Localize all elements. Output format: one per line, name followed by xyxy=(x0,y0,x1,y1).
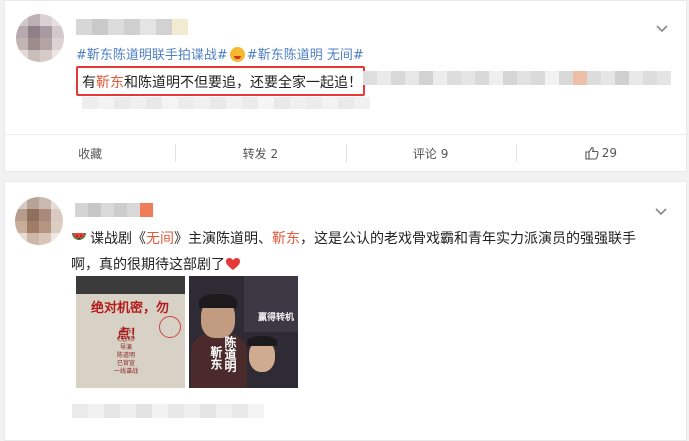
blurred-text xyxy=(82,97,370,109)
comment-button[interactable]: 评论 9 xyxy=(345,135,516,171)
image-list: 靳东 《无间》 导演 陈道明 已官宣 一线谍战 xyxy=(113,328,138,375)
post-card-1: #靳东陈道明联手拍谍战# #靳东陈道明 无间# 有靳东和陈道明不但要追，还要全家一… xyxy=(4,0,687,172)
blurred-text xyxy=(363,71,671,85)
blurred-text xyxy=(72,404,264,418)
post-body: 有靳东和陈道明不但要追，还要全家一起追！ xyxy=(82,75,362,91)
name-link[interactable]: 靳东 xyxy=(272,231,300,247)
action-bar: 收藏 转发 2 评论 9 29 xyxy=(5,134,686,171)
hashtag-link[interactable]: #靳东陈道明联手拍谍战# xyxy=(76,48,228,63)
favorite-button[interactable]: 收藏 xyxy=(5,135,175,171)
stamp-icon xyxy=(159,316,181,338)
hashtag-link[interactable]: #靳东陈道明 无间# xyxy=(247,48,364,63)
thumbs-up-icon xyxy=(585,146,599,160)
avatar[interactable] xyxy=(16,14,64,62)
username-blurred[interactable] xyxy=(76,19,188,35)
like-button[interactable]: 29 xyxy=(515,135,686,171)
name-link[interactable]: 靳东 xyxy=(96,75,124,91)
image-name-right: 陈道明 xyxy=(223,336,237,372)
post-image-1[interactable]: 绝对机密，勿点！ 靳东 《无间》 导演 陈道明 已官宣 一线谍战 xyxy=(76,276,185,388)
chevron-down-icon[interactable] xyxy=(655,208,667,216)
hashtag-line: #靳东陈道明联手拍谍战# #靳东陈道明 无间# xyxy=(76,44,364,63)
title-link[interactable]: 无间 xyxy=(146,231,174,247)
avatar[interactable] xyxy=(15,197,63,245)
scream-emoji-icon xyxy=(229,47,245,62)
image-name-left: 靳东 xyxy=(209,346,223,370)
post-body: 谍战剧《无间》主演陈道明、靳东，这是公认的老戏骨戏霸和青年实力派演员的强强联手啊… xyxy=(71,231,636,273)
chevron-down-icon[interactable] xyxy=(656,25,668,33)
repost-button[interactable]: 转发 2 xyxy=(175,135,345,171)
watermelon-emoji-icon xyxy=(72,233,86,240)
username-blurred[interactable] xyxy=(75,203,153,217)
heart-emoji-icon xyxy=(226,258,240,270)
post-image-2[interactable]: 赢得转机 靳东 陈道明 xyxy=(189,276,298,388)
image-caption: 赢得转机 xyxy=(257,313,294,323)
